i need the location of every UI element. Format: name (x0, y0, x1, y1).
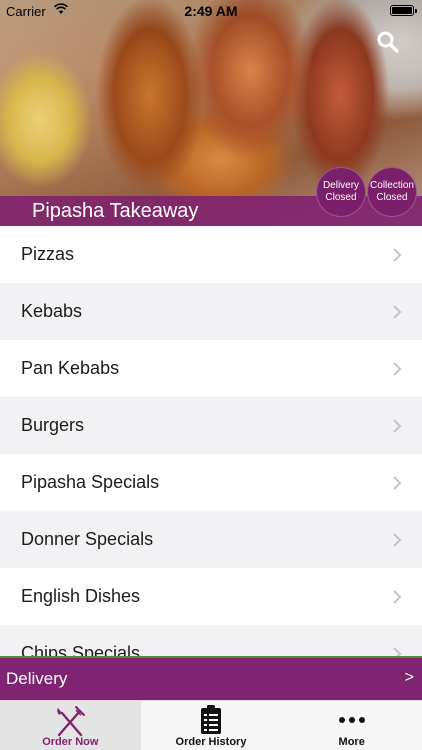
chevron-right-icon (393, 304, 402, 319)
tab-order-now[interactable]: Order Now (0, 701, 141, 750)
menu-item-pizzas[interactable]: Pizzas (0, 226, 422, 283)
menu-item-kebabs[interactable]: Kebabs (0, 283, 422, 340)
tab-label: More (338, 736, 365, 748)
menu-item-donner-specials[interactable]: Donner Specials (0, 511, 422, 568)
tab-label: Order Now (42, 736, 99, 748)
menu-item-label: Pizzas (21, 244, 75, 264)
chevron-right-icon (393, 646, 402, 656)
clipboard-list-icon (201, 705, 221, 734)
tab-bar: Order Now Order History More (0, 700, 422, 750)
collection-status-line2: Closed (376, 192, 408, 203)
fork-knife-icon (57, 706, 86, 737)
menu-item-label: Chips Specials (21, 643, 141, 656)
restaurant-title: Pipasha Takeaway (32, 200, 199, 222)
chevron-right-icon (393, 475, 402, 490)
battery-icon (390, 5, 417, 16)
menu-item-burgers[interactable]: Burgers (0, 397, 422, 454)
chevron-right-icon (393, 361, 402, 376)
status-bar: Carrier 2:49 AM (0, 0, 422, 22)
menu-item-pipasha-specials[interactable]: Pipasha Specials (0, 454, 422, 511)
collection-status-line1: Collection (370, 180, 414, 191)
tab-more[interactable]: More (281, 701, 422, 750)
delivery-mode-bar[interactable]: Delivery > (0, 656, 422, 700)
delivery-status-line2: Closed (325, 192, 357, 203)
status-time: 2:49 AM (184, 3, 238, 19)
delivery-arrow-icon: > (404, 669, 414, 686)
menu-item-chips-specials[interactable]: Chips Specials (0, 625, 422, 656)
delivery-status-line1: Delivery (322, 180, 360, 191)
more-dots-icon (338, 717, 365, 723)
menu-item-label: Kebabs (21, 301, 83, 321)
chevron-right-icon (393, 247, 402, 262)
menu-item-label: English Dishes (21, 586, 141, 606)
collection-status-badge: Collection Closed (367, 167, 417, 217)
menu-item-pan-kebabs[interactable]: Pan Kebabs (0, 340, 422, 397)
tab-order-history[interactable]: Order History (141, 701, 282, 750)
tab-label: Order History (175, 736, 247, 748)
chevron-right-icon (393, 418, 402, 433)
menu-category-list[interactable]: Pizzas Kebabs Pan Kebabs Burgers Pipasha… (0, 226, 422, 656)
menu-item-english-dishes[interactable]: English Dishes (0, 568, 422, 625)
menu-item-label: Pan Kebabs (21, 358, 120, 378)
chevron-right-icon (393, 532, 402, 547)
menu-item-label: Pipasha Specials (21, 472, 160, 492)
delivery-mode-label: Delivery (6, 669, 68, 688)
menu-item-label: Burgers (21, 415, 85, 435)
delivery-status-badge: Delivery Closed (316, 167, 366, 217)
chevron-right-icon (393, 589, 402, 604)
search-icon[interactable] (376, 30, 400, 54)
menu-item-label: Donner Specials (21, 529, 154, 549)
